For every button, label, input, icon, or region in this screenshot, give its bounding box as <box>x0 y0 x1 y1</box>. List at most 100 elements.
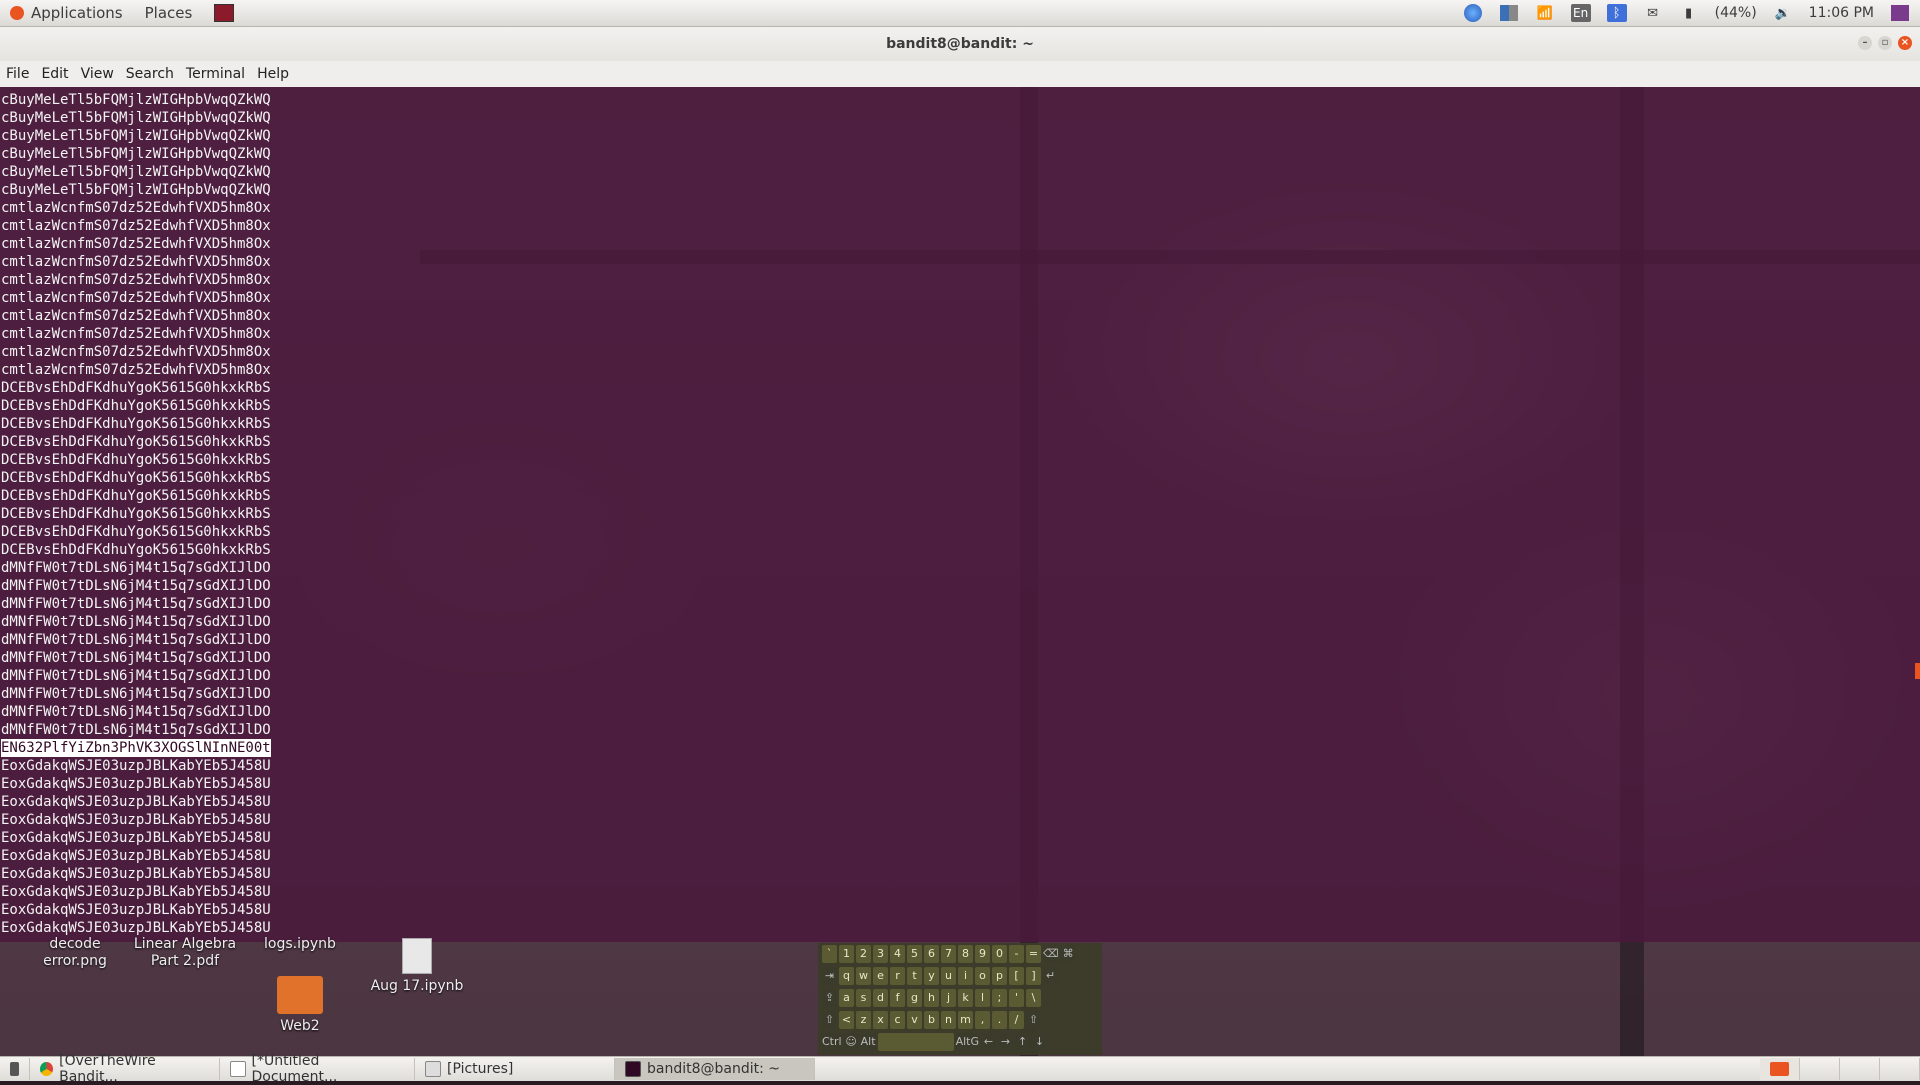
close-button[interactable]: × <box>1898 36 1912 50</box>
keyboard-key[interactable]: h <box>924 989 939 1007</box>
keyboard-key[interactable]: [ <box>1009 967 1024 985</box>
taskbar-item-editor[interactable]: [*Untitled Document... <box>220 1053 415 1085</box>
keyboard-key[interactable]: . <box>992 1011 1007 1029</box>
keyboard-key[interactable]: l <box>975 989 990 1007</box>
keyboard-key[interactable]: p <box>992 967 1007 985</box>
keyboard-key[interactable]: ] <box>1026 967 1041 985</box>
menu-terminal[interactable]: Terminal <box>180 66 251 82</box>
taskbar-item-browser[interactable]: [OverTheWire Bandit... <box>30 1053 220 1085</box>
keyboard-key[interactable]: 2 <box>856 945 871 963</box>
keyboard-key[interactable]: 6 <box>924 945 939 963</box>
menu-help[interactable]: Help <box>251 66 295 82</box>
desktop-icon-web2[interactable]: Web2 <box>245 976 355 1035</box>
keyboard-key[interactable]: ⇧ <box>822 1011 837 1029</box>
window-titlebar[interactable]: bandit8@bandit: ~ – ▫ × <box>0 27 1920 61</box>
keyboard-key[interactable]: ⇥ <box>822 967 837 985</box>
battery-percentage[interactable]: (44%) <box>1715 5 1757 21</box>
keyboard-key[interactable]: 1 <box>839 945 854 963</box>
keyboard-key[interactable]: ' <box>1009 989 1024 1007</box>
minimize-button[interactable]: – <box>1858 36 1872 50</box>
keyboard-key[interactable]: a <box>839 989 854 1007</box>
keyboard-key[interactable]: / <box>1009 1011 1024 1029</box>
workspace-switcher-icon[interactable] <box>1499 4 1519 22</box>
keyboard-key[interactable]: i <box>958 967 973 985</box>
keyboard-key[interactable]: ; <box>992 989 1007 1007</box>
workspace-4[interactable] <box>1880 1058 1920 1080</box>
keyboard-key[interactable]: q <box>839 967 854 985</box>
keyboard-key[interactable]: 5 <box>907 945 922 963</box>
keyboard-key[interactable]: 3 <box>873 945 888 963</box>
keyboard-layout-indicator[interactable]: En <box>1570 4 1591 22</box>
keyboard-key[interactable]: z <box>856 1011 871 1029</box>
keyboard-key[interactable]: x <box>873 1011 888 1029</box>
keyboard-key[interactable]: b <box>924 1011 939 1029</box>
keyboard-key[interactable]: Alt <box>860 1033 876 1051</box>
workspace-3[interactable] <box>1840 1058 1880 1080</box>
ubuntu-logo-icon[interactable] <box>10 6 24 20</box>
keyboard-key[interactable]: ↑ <box>1015 1033 1030 1051</box>
keyboard-key[interactable]: ↵ <box>1043 967 1058 985</box>
keyboard-key[interactable]: 9 <box>975 945 990 963</box>
keyboard-key[interactable]: 7 <box>941 945 956 963</box>
keyboard-key[interactable]: AltG <box>955 1033 979 1051</box>
session-menu-icon[interactable] <box>1890 4 1910 22</box>
keyboard-key[interactable]: 0 <box>992 945 1007 963</box>
desktop-icon-linear-algebra[interactable]: Linear Algebra Part 2.pdf <box>130 936 240 970</box>
keyboard-key[interactable]: ↓ <box>1032 1033 1047 1051</box>
keyboard-key[interactable]: e <box>873 967 888 985</box>
keyboard-key[interactable]: c <box>890 1011 905 1029</box>
desktop-icon-logs[interactable]: logs.ipynb <box>245 936 355 953</box>
applications-menu[interactable]: Applications <box>31 4 123 22</box>
menu-search[interactable]: Search <box>120 66 180 82</box>
menu-file[interactable]: File <box>0 66 35 82</box>
menu-edit[interactable]: Edit <box>35 66 74 82</box>
keyboard-key[interactable]: j <box>941 989 956 1007</box>
wifi-icon[interactable]: 📶 <box>1535 4 1555 22</box>
desktop-icon-aug17[interactable]: Aug 17.ipynb <box>362 938 472 995</box>
screenshot-launcher-icon[interactable] <box>214 4 235 22</box>
mail-icon[interactable]: ✉ <box>1643 4 1663 22</box>
keyboard-key[interactable]: ⌫ <box>1043 945 1059 963</box>
keyboard-key[interactable]: 8 <box>958 945 973 963</box>
keyboard-key[interactable]: - <box>1009 945 1024 963</box>
keyboard-key[interactable]: n <box>941 1011 956 1029</box>
terminal-output[interactable]: cBuyMeLeTl5bFQMjlzWIGHpbVwqQZkWQ cBuyMeLe… <box>0 87 1920 942</box>
keyboard-key[interactable]: v <box>907 1011 922 1029</box>
keyboard-key[interactable]: ⇧ <box>1026 1011 1041 1029</box>
show-desktop-button[interactable] <box>0 1058 30 1080</box>
keyboard-key[interactable]: ← <box>981 1033 996 1051</box>
keyboard-key[interactable]: → <box>998 1033 1013 1051</box>
keyboard-key[interactable]: \ <box>1026 989 1041 1007</box>
keyboard-key[interactable]: ⇪ <box>822 989 837 1007</box>
keyboard-key[interactable]: y <box>924 967 939 985</box>
keyboard-key[interactable]: r <box>890 967 905 985</box>
browser-icon[interactable] <box>1463 4 1483 22</box>
clock[interactable]: 11:06 PM <box>1809 5 1874 21</box>
keyboard-key[interactable]: = <box>1026 945 1041 963</box>
workspace-1[interactable] <box>1760 1058 1800 1080</box>
keyboard-key[interactable]: t <box>907 967 922 985</box>
keyboard-key[interactable]: f <box>890 989 905 1007</box>
keyboard-key[interactable]: ⌘ <box>1060 945 1076 963</box>
menu-view[interactable]: View <box>75 66 120 82</box>
battery-icon[interactable]: ▮ <box>1679 4 1699 22</box>
keyboard-key[interactable]: , <box>975 1011 990 1029</box>
keyboard-key[interactable]: g <box>907 989 922 1007</box>
workspace-2[interactable] <box>1800 1058 1840 1080</box>
keyboard-key[interactable]: s <box>856 989 871 1007</box>
keyboard-key[interactable]: w <box>856 967 871 985</box>
keyboard-key[interactable]: ` <box>822 945 837 963</box>
bluetooth-icon[interactable]: ᛒ <box>1606 4 1627 22</box>
keyboard-key[interactable]: ☺ <box>843 1033 859 1051</box>
keyboard-key[interactable]: m <box>958 1011 973 1029</box>
scrollbar-marker[interactable] <box>1915 663 1920 679</box>
keyboard-key[interactable]: o <box>975 967 990 985</box>
keyboard-key[interactable]: 4 <box>890 945 905 963</box>
keyboard-key[interactable]: d <box>873 989 888 1007</box>
places-menu[interactable]: Places <box>145 4 193 22</box>
volume-icon[interactable]: 🔉 <box>1773 4 1793 22</box>
keyboard-key-space[interactable] <box>877 1033 954 1051</box>
desktop-icon-decode-error[interactable]: decode error.png <box>20 936 130 970</box>
keyboard-key[interactable]: k <box>958 989 973 1007</box>
maximize-button[interactable]: ▫ <box>1878 36 1892 50</box>
